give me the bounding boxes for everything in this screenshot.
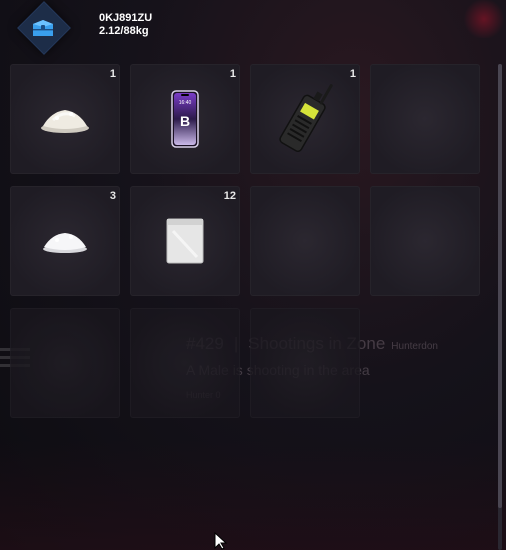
inventory-slot-8[interactable] (370, 186, 480, 296)
inventory-slot-3[interactable]: 1 (250, 64, 360, 174)
walkie-talkie-icon[interactable] (250, 64, 360, 174)
background-blur (462, 0, 506, 38)
background-blur-low (0, 440, 506, 550)
mouse-cursor-icon (214, 532, 228, 550)
storage-box-icon (17, 1, 71, 55)
white-bag-icon[interactable] (130, 186, 240, 296)
powder-pile-icon[interactable] (10, 186, 120, 296)
inventory-slot-6[interactable]: 12 (130, 186, 240, 296)
inventory-slot-11[interactable] (250, 308, 360, 418)
notification-title-suffix: Hunterdon (391, 341, 438, 352)
inventory-slot-7[interactable] (250, 186, 360, 296)
powder-pile-icon[interactable] (10, 64, 120, 174)
weight-label: 2.12/88kg (99, 25, 149, 37)
inventory-slot-1[interactable]: 1 (10, 64, 120, 174)
inventory-slot-2[interactable]: 1 16:40 B (130, 64, 240, 174)
phone-time: 16:40 (179, 100, 192, 106)
inventory-slot-5[interactable]: 3 (10, 186, 120, 296)
scrollbar-thumb[interactable] (498, 64, 502, 508)
smartphone-icon[interactable]: 16:40 B (130, 64, 240, 174)
box-icon (33, 20, 53, 36)
plate-label: 0KJ891ZU (99, 12, 153, 24)
phone-logo: B (180, 113, 190, 129)
inventory-slot-9[interactable] (10, 308, 120, 418)
inventory-slot-4[interactable] (370, 64, 480, 174)
inventory-slot-10[interactable] (130, 308, 240, 418)
vehicle-info: 0KJ891ZU 2.12/88kg (99, 12, 152, 38)
